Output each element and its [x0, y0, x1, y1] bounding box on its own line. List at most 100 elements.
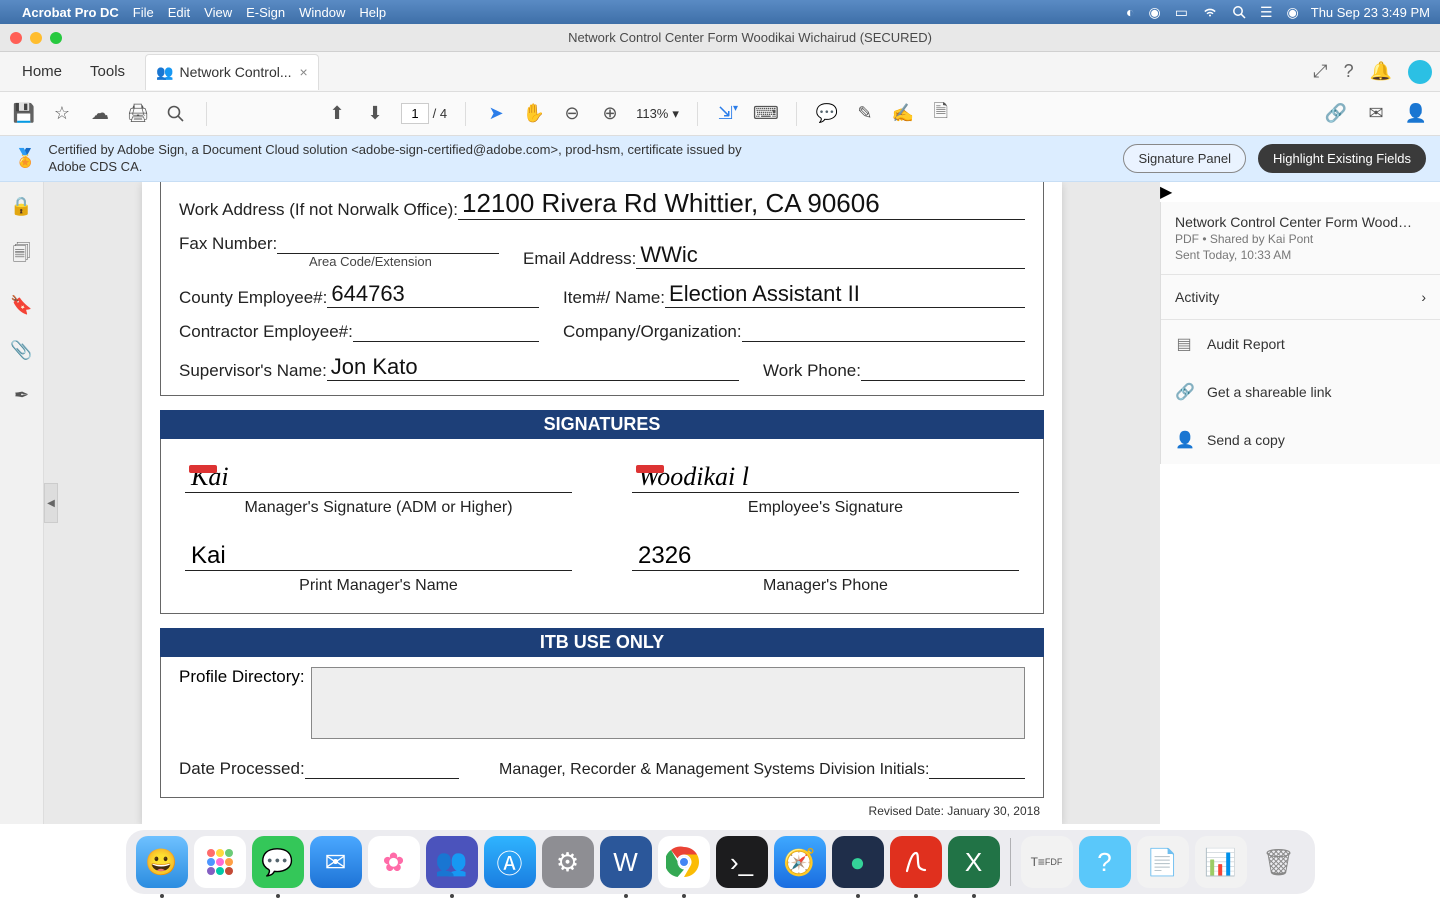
dock-textedit[interactable]: T≡FDF — [1021, 836, 1073, 888]
wifi-icon[interactable] — [1202, 6, 1218, 18]
highlight-tool-icon[interactable]: ✎ — [853, 103, 877, 124]
dock-help[interactable]: ? — [1079, 836, 1131, 888]
status-icon[interactable]: ◐ — [1126, 4, 1134, 20]
contractor-value[interactable] — [353, 320, 539, 342]
search-icon[interactable] — [1232, 5, 1246, 19]
audit-report-item[interactable]: ▤ Audit Report — [1161, 320, 1440, 368]
control-center-icon[interactable]: ☰ — [1260, 4, 1273, 21]
save-icon[interactable]: 💾 — [12, 103, 36, 124]
page-down-icon[interactable]: ⬇ — [363, 103, 387, 124]
dock-terminal[interactable]: ›_ — [716, 836, 768, 888]
read-mode-icon[interactable]: ⌨ — [754, 103, 778, 124]
dock-finder[interactable]: 😀 — [136, 836, 188, 888]
menu-window[interactable]: Window — [299, 5, 345, 20]
manager-name-field[interactable]: Kai — [185, 537, 572, 571]
zoom-out-icon[interactable]: ⊖ — [560, 103, 584, 124]
dock-webex[interactable]: ● — [832, 836, 884, 888]
email-value[interactable]: WWic — [636, 242, 1025, 269]
share-people-icon[interactable]: 👤 — [1404, 103, 1428, 124]
signature-panel-button[interactable]: Signature Panel — [1123, 144, 1246, 173]
dock-settings[interactable]: ⚙ — [542, 836, 594, 888]
display-settings-icon[interactable]: ⤢ — [1313, 61, 1327, 82]
app-name[interactable]: Acrobat Pro DC — [22, 5, 119, 20]
help-icon[interactable]: ? — [1344, 61, 1354, 82]
attachment-icon[interactable]: 📎 — [10, 340, 32, 361]
print-icon[interactable]: 🖨 — [126, 103, 150, 124]
tab-home[interactable]: Home — [8, 52, 76, 92]
county-emp-value[interactable]: 644763 — [327, 281, 539, 308]
item-value[interactable]: Election Assistant II — [665, 281, 1025, 308]
menubar-clock[interactable]: Thu Sep 23 3:49 PM — [1311, 5, 1430, 20]
user-avatar[interactable] — [1408, 60, 1432, 84]
fax-value[interactable] — [277, 232, 499, 254]
find-icon[interactable] — [164, 104, 188, 124]
share-link-item[interactable]: 🔗 Get a shareable link — [1161, 368, 1440, 416]
close-window-button[interactable] — [10, 32, 22, 44]
highlight-fields-button[interactable]: Highlight Existing Fields — [1258, 144, 1426, 173]
document-tab[interactable]: 👥 Network Control... × — [145, 54, 319, 90]
employee-signature-field[interactable]: Woodikai l — [632, 459, 1019, 493]
zoom-dropdown-icon[interactable]: ▾ — [672, 106, 679, 122]
dock-excel[interactable]: X — [948, 836, 1000, 888]
dock-chrome[interactable] — [658, 836, 710, 888]
close-tab-button[interactable]: × — [300, 64, 308, 80]
dock-messages[interactable]: 💬 — [252, 836, 304, 888]
date-processed-field[interactable] — [305, 757, 459, 779]
siri-icon[interactable]: ◉ — [1287, 4, 1299, 21]
page-up-icon[interactable]: ⬆ — [325, 103, 349, 124]
send-copy-item[interactable]: 👤 Send a copy — [1161, 416, 1440, 464]
bookmark-icon[interactable]: 🔖 — [10, 295, 32, 316]
record-icon[interactable]: ◉ — [1149, 4, 1161, 21]
lock-icon[interactable]: 🔒 — [10, 196, 32, 217]
menu-file[interactable]: File — [133, 5, 154, 20]
cloud-upload-icon[interactable]: ☁ — [88, 103, 112, 124]
employee-signature-caption: Employee's Signature — [748, 499, 903, 517]
supervisor-value[interactable]: Jon Kato — [327, 354, 739, 381]
fit-width-icon[interactable]: ⇲ ▾ — [716, 103, 740, 124]
manager-phone-field[interactable]: 2326 — [632, 537, 1019, 571]
current-page-input[interactable] — [401, 103, 429, 124]
menu-help[interactable]: Help — [359, 5, 386, 20]
zoom-in-icon[interactable]: ⊕ — [598, 103, 622, 124]
select-tool-icon[interactable]: ➤ — [484, 103, 508, 124]
sign-tool-icon[interactable]: ✍ — [891, 103, 915, 124]
manager-signature-field[interactable]: Kai — [185, 459, 572, 493]
dock-doc1[interactable]: 📄 — [1137, 836, 1189, 888]
menu-view[interactable]: View — [204, 5, 232, 20]
notifications-icon[interactable]: 🔔 — [1370, 61, 1392, 82]
zoom-window-button[interactable] — [50, 32, 62, 44]
company-value[interactable] — [742, 320, 1025, 342]
dock-word[interactable]: W — [600, 836, 652, 888]
document-viewport[interactable]: ◀ Work Address (If not Norwalk Office): … — [44, 182, 1160, 824]
dock-acrobat[interactable] — [890, 836, 942, 888]
dock-mail[interactable]: ✉ — [310, 836, 362, 888]
zoom-level[interactable]: 113% ▾ — [636, 106, 679, 122]
hand-tool-icon[interactable]: ✋ — [522, 103, 546, 124]
menu-edit[interactable]: Edit — [168, 5, 190, 20]
more-tools-icon[interactable]: 🗎 — [929, 99, 953, 129]
comment-icon[interactable]: 💬 — [815, 103, 839, 124]
initials-field[interactable] — [929, 757, 1025, 779]
star-icon[interactable]: ☆ — [50, 103, 74, 124]
pages-panel-icon[interactable]: 🗐 — [13, 241, 31, 271]
workphone-value[interactable] — [861, 359, 1025, 381]
dock-safari[interactable]: 🧭 — [774, 836, 826, 888]
activity-section[interactable]: Activity › — [1161, 275, 1440, 320]
email-icon[interactable]: ✉ — [1364, 103, 1388, 124]
dock-trash[interactable]: 🗑 — [1253, 836, 1305, 888]
battery-icon[interactable]: ▭ — [1175, 4, 1188, 21]
dock-appstore[interactable]: Ⓐ — [484, 836, 536, 888]
dock-launchpad[interactable] — [194, 836, 246, 888]
dock-teams[interactable]: 👥 — [426, 836, 478, 888]
dock-doc2[interactable]: 📊 — [1195, 836, 1247, 888]
link-icon[interactable]: 🔗 — [1324, 103, 1348, 124]
profile-directory-field[interactable] — [311, 667, 1025, 739]
tab-tools[interactable]: Tools — [76, 52, 139, 92]
collapse-right-icon[interactable]: ▶ — [1160, 182, 1440, 202]
collapse-left-icon[interactable]: ◀ — [44, 483, 58, 523]
work-address-value[interactable]: 12100 Rivera Rd Whittier, CA 90606 — [458, 188, 1025, 220]
menu-esign[interactable]: E-Sign — [246, 5, 285, 20]
minimize-window-button[interactable] — [30, 32, 42, 44]
dock-photos[interactable]: ✿ — [368, 836, 420, 888]
signature-pen-icon[interactable]: ✒ — [14, 385, 29, 406]
